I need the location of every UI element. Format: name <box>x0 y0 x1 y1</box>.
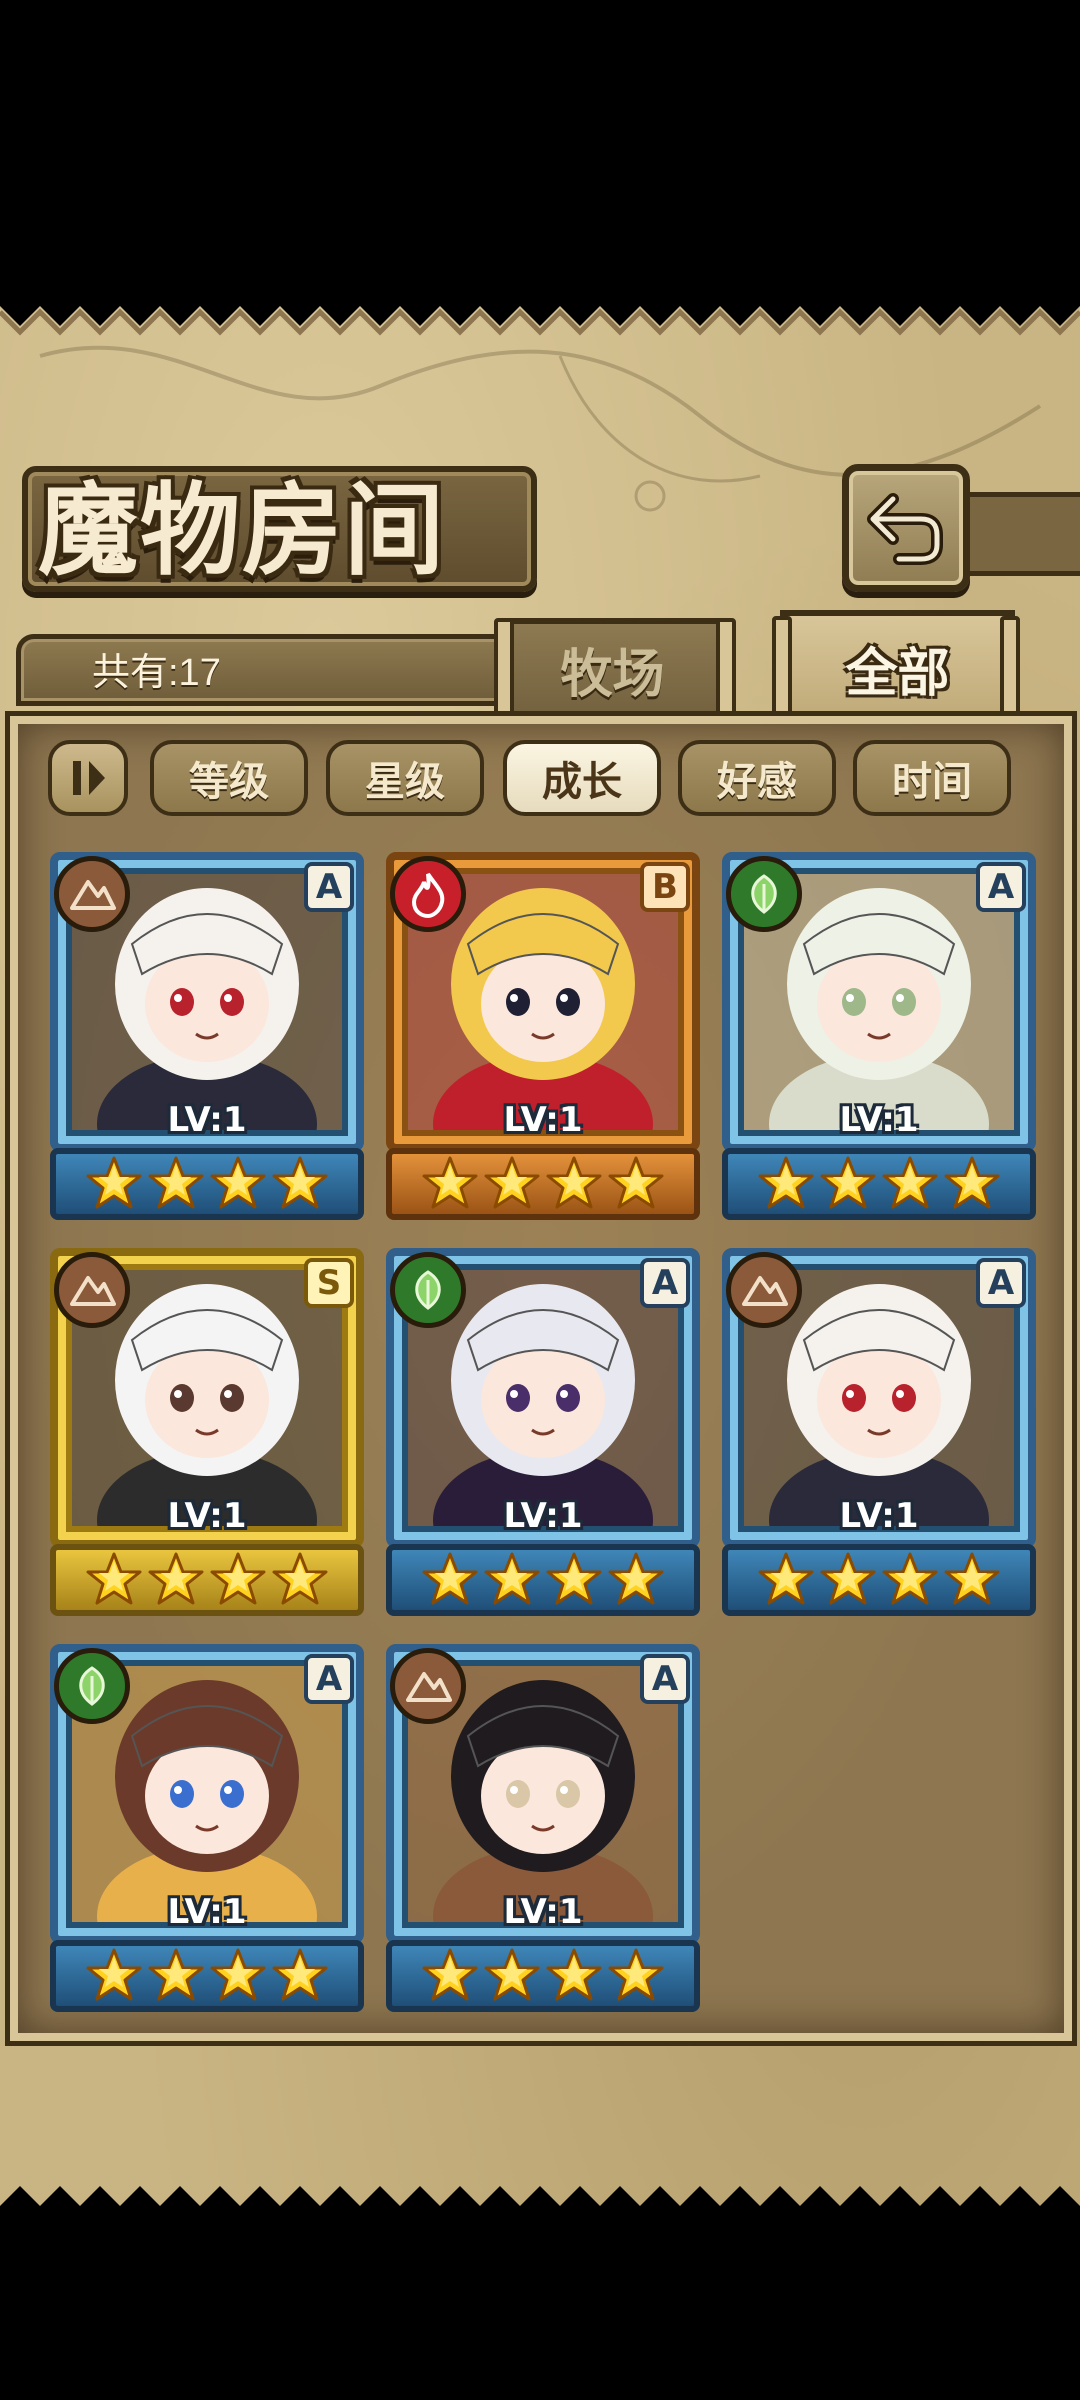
star-icon <box>944 1156 1000 1209</box>
monster-count: 共有:17 <box>92 652 221 694</box>
game-screen: 魔物房间 共有:17 牧场 全部 等级 星级 成长 好感 时间 A LV:1 B LV… <box>0 0 1080 2400</box>
sort-by-level[interactable]: 等级 <box>150 740 308 816</box>
back-button-rail <box>955 492 1080 576</box>
star-icon <box>210 1156 266 1209</box>
star-icon <box>546 1948 602 2001</box>
monster-card[interactable]: B LV:1 <box>386 852 700 1220</box>
level-label: LV:1 <box>839 1100 919 1140</box>
level-label: LV:1 <box>503 1892 583 1932</box>
star-icon <box>546 1156 602 1209</box>
monster-card[interactable]: A LV:1 <box>722 1248 1036 1616</box>
rank-badge: A <box>304 1654 354 1704</box>
tab-post <box>772 616 792 728</box>
leaf-element-icon <box>54 1648 130 1724</box>
rank-badge: A <box>976 862 1026 912</box>
earth-element-icon <box>390 1648 466 1724</box>
star-icon <box>272 1156 328 1209</box>
star-icon <box>422 1552 478 1605</box>
star-icon <box>86 1156 142 1209</box>
star-rating <box>50 1544 364 1616</box>
level-label: LV:1 <box>167 1496 247 1536</box>
zigzag-bottom-border <box>0 2186 1080 2216</box>
earth-element-icon <box>54 856 130 932</box>
tab-post <box>494 618 514 718</box>
sort-order-button[interactable] <box>48 740 128 816</box>
sort-by-time[interactable]: 时间 <box>853 740 1011 816</box>
tab-pasture[interactable]: 牧场 <box>500 618 725 714</box>
monster-card[interactable]: A LV:1 <box>386 1644 700 2012</box>
star-icon <box>272 1948 328 2001</box>
sort-by-growth[interactable]: 成长 <box>503 740 661 816</box>
page-title: 魔物房间 <box>38 471 446 589</box>
rank-badge: A <box>304 862 354 912</box>
level-label: LV:1 <box>839 1496 919 1536</box>
star-icon <box>86 1948 142 2001</box>
level-label: LV:1 <box>503 1496 583 1536</box>
star-rating <box>50 1940 364 2012</box>
monster-card[interactable]: A LV:1 <box>50 1644 364 2012</box>
star-icon <box>484 1156 540 1209</box>
earth-element-icon <box>54 1252 130 1328</box>
star-icon <box>758 1156 814 1209</box>
star-icon <box>944 1552 1000 1605</box>
sort-by-affection[interactable]: 好感 <box>678 740 836 816</box>
fire-element-icon <box>390 856 466 932</box>
star-icon <box>882 1156 938 1209</box>
star-icon <box>882 1552 938 1605</box>
monster-count-bar <box>16 634 516 706</box>
earth-element-icon <box>726 1252 802 1328</box>
sort-order-icon <box>73 761 105 795</box>
star-rating <box>386 1148 700 1220</box>
return-arrow-icon <box>867 493 943 565</box>
star-icon <box>148 1156 204 1209</box>
star-icon <box>148 1552 204 1605</box>
monster-card[interactable]: S LV:1 <box>50 1248 364 1616</box>
star-icon <box>820 1552 876 1605</box>
monster-card[interactable]: A LV:1 <box>50 852 364 1220</box>
level-label: LV:1 <box>167 1100 247 1140</box>
star-icon <box>86 1552 142 1605</box>
star-icon <box>758 1552 814 1605</box>
star-rating <box>50 1148 364 1220</box>
rank-badge: B <box>640 862 690 912</box>
star-icon <box>210 1552 266 1605</box>
tab-post <box>1000 616 1020 728</box>
star-icon <box>272 1552 328 1605</box>
star-rating <box>386 1544 700 1616</box>
star-icon <box>422 1948 478 2001</box>
level-label: LV:1 <box>503 1100 583 1140</box>
star-rating <box>722 1148 1036 1220</box>
monster-card[interactable]: A LV:1 <box>722 852 1036 1220</box>
star-icon <box>608 1948 664 2001</box>
star-icon <box>608 1156 664 1209</box>
rank-badge: A <box>640 1258 690 1308</box>
star-icon <box>484 1948 540 2001</box>
star-icon <box>546 1552 602 1605</box>
back-button[interactable] <box>842 464 970 592</box>
leaf-element-icon <box>726 856 802 932</box>
monster-card[interactable]: A LV:1 <box>386 1248 700 1616</box>
star-icon <box>148 1948 204 2001</box>
star-icon <box>210 1948 266 2001</box>
leaf-element-icon <box>390 1252 466 1328</box>
sort-by-star[interactable]: 星级 <box>326 740 484 816</box>
tab-all[interactable]: 全部 <box>780 610 1015 720</box>
tab-post <box>716 618 736 718</box>
star-rating <box>386 1940 700 2012</box>
star-rating <box>722 1544 1036 1616</box>
star-icon <box>422 1156 478 1209</box>
rank-badge: S <box>304 1258 354 1308</box>
level-label: LV:1 <box>167 1892 247 1932</box>
star-icon <box>608 1552 664 1605</box>
rank-badge: A <box>976 1258 1026 1308</box>
rank-badge: A <box>640 1654 690 1704</box>
star-icon <box>820 1156 876 1209</box>
star-icon <box>484 1552 540 1605</box>
